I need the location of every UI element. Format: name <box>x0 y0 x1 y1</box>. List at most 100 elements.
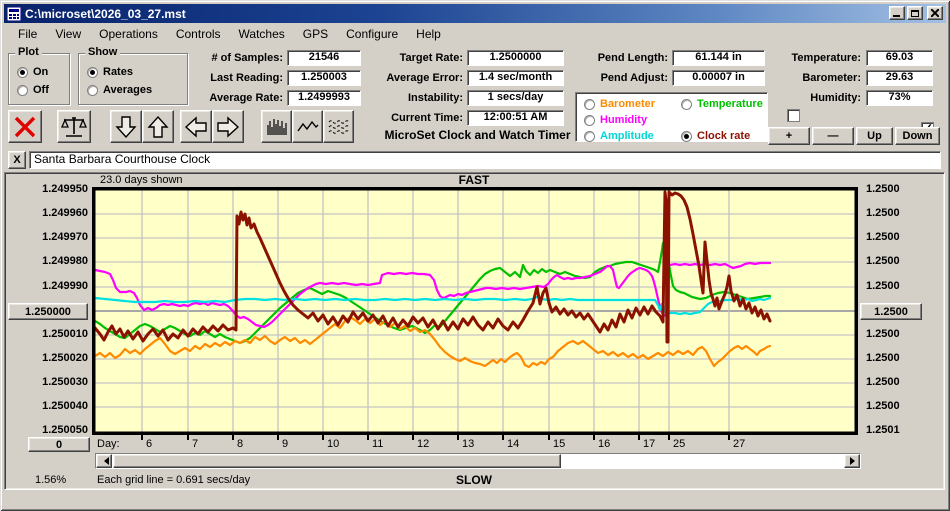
day-tick <box>502 435 504 440</box>
day-tick-label: 15 <box>553 438 566 450</box>
current-time-label: Current Time: <box>391 112 463 124</box>
series-selector-panel: Barometer Humidity Amplitude Temperature… <box>575 92 768 142</box>
plot-off-radio[interactable]: Off <box>17 84 49 96</box>
y-axis-left-label: 1.249990 <box>42 280 88 292</box>
shift-down-button[interactable] <box>110 110 142 143</box>
up-arrow-icon <box>147 115 169 138</box>
day-tick-label: 16 <box>598 438 611 450</box>
scroll-right-button[interactable] <box>212 110 244 143</box>
menu-gps[interactable]: GPS <box>294 25 337 43</box>
down-button[interactable]: Down <box>895 127 940 145</box>
target-rate-label: Target Rate: <box>399 52 463 64</box>
plot-on-radio[interactable]: On <box>17 66 48 78</box>
day-tick <box>232 435 234 440</box>
balance-button[interactable] <box>57 110 91 143</box>
day-tick-label: 10 <box>327 438 340 450</box>
maximize-button[interactable] <box>907 6 923 20</box>
menu-help[interactable]: Help <box>407 25 450 43</box>
radio-icon[interactable] <box>681 130 692 142</box>
right-axis-center-button[interactable]: 1.2500 <box>860 303 922 320</box>
left-axis-center-button[interactable]: 1.250000 <box>8 303 88 320</box>
temperature-value: 69.03 <box>866 50 933 66</box>
radio-icon[interactable] <box>17 84 28 96</box>
menu-bar: File View Operations Controls Watches GP… <box>4 23 946 44</box>
right-arrow-icon <box>217 115 240 138</box>
minimize-button[interactable] <box>889 6 905 20</box>
day-tick-label: 6 <box>146 438 153 450</box>
left-checkbox[interactable] <box>787 109 800 122</box>
menu-operations[interactable]: Operations <box>90 25 167 43</box>
clock-name-input[interactable]: Santa Barbara Courthouse Clock <box>29 151 941 169</box>
day-tick-label: 25 <box>673 438 686 450</box>
delete-button[interactable] <box>8 110 42 143</box>
wavy-lines-icon <box>328 119 349 134</box>
day-tick-label: 8 <box>237 438 244 450</box>
show-group-label: Show <box>85 46 121 58</box>
days-shown-label: 23.0 days shown <box>100 174 183 186</box>
day-tick <box>367 435 369 440</box>
barometer-label: Barometer: <box>802 72 861 84</box>
radio-icon[interactable] <box>87 84 98 96</box>
smooth-view-button[interactable] <box>323 110 354 143</box>
close-button[interactable] <box>927 6 943 20</box>
plus-button[interactable]: + <box>768 127 810 145</box>
app-window: C:\microset\2026_03_27.mst File View Ope… <box>0 0 950 511</box>
y-axis-left-label: 1.250020 <box>42 352 88 364</box>
clear-name-button[interactable]: X <box>8 151 26 169</box>
menu-file[interactable]: File <box>9 25 46 43</box>
day-tick <box>728 435 730 440</box>
radio-icon[interactable] <box>17 66 28 78</box>
plot-groupbox: Plot On Off <box>8 46 70 105</box>
day-tick-label: 11 <box>372 438 384 450</box>
menu-view[interactable]: View <box>46 25 90 43</box>
scrollbar-right-button[interactable] <box>844 454 860 468</box>
y-axis-right-label: 1.2500 <box>866 376 900 388</box>
radio-icon[interactable] <box>584 130 595 142</box>
radio-icon[interactable] <box>87 66 98 78</box>
y-axis-right-label: 1.2500 <box>866 183 900 195</box>
humidity-value: 73% <box>866 90 933 106</box>
scrollbar-left-button[interactable] <box>96 454 112 468</box>
slow-label: SLOW <box>456 473 492 487</box>
day-tick <box>548 435 550 440</box>
menu-watches[interactable]: Watches <box>230 25 294 43</box>
zero-button[interactable]: 0 <box>28 437 90 452</box>
day-tick <box>593 435 595 440</box>
y-axis-right-label: 1.2500 <box>866 255 900 267</box>
title-bar[interactable]: C:\microset\2026_03_27.mst <box>4 4 946 23</box>
up-button[interactable]: Up <box>856 127 893 145</box>
window-title: C:\microset\2026_03_27.mst <box>25 6 186 21</box>
y-axis-left-label: 1.250050 <box>42 424 88 436</box>
y-axis-right-label: 1.2500 <box>866 207 900 219</box>
maximize-icon <box>911 9 919 17</box>
battery-percent-label: 1.56% <box>35 474 67 486</box>
day-tick <box>141 435 143 440</box>
horizontal-scrollbar[interactable] <box>95 453 861 469</box>
y-axis-left-label: 1.250040 <box>42 400 88 412</box>
radio-barometer[interactable]: Barometer <box>584 98 655 110</box>
day-tick <box>277 435 279 440</box>
show-averages-radio[interactable]: Averages <box>87 84 152 96</box>
minus-button[interactable]: — <box>812 127 854 145</box>
radio-temperature[interactable]: Temperature <box>681 98 763 110</box>
down-arrow-icon <box>115 115 137 138</box>
menu-controls[interactable]: Controls <box>167 25 230 43</box>
radio-clock-rate[interactable]: Clock rate <box>681 130 750 142</box>
show-rates-radio[interactable]: Rates <box>87 66 133 78</box>
scroll-left-button[interactable] <box>180 110 212 143</box>
average-error-label: Average Error: <box>386 72 463 84</box>
radio-humidity[interactable]: Humidity <box>584 114 647 126</box>
radio-icon[interactable] <box>584 98 595 110</box>
line-view-button[interactable] <box>292 110 323 143</box>
y-axis-left-label: 1.250010 <box>42 328 88 340</box>
radio-icon[interactable] <box>681 98 692 110</box>
scrollbar-thumb[interactable] <box>113 454 561 468</box>
radio-icon[interactable] <box>584 114 595 126</box>
histogram-view-button[interactable] <box>261 110 292 143</box>
shift-up-button[interactable] <box>142 110 174 143</box>
menu-configure[interactable]: Configure <box>337 25 407 43</box>
radio-amplitude[interactable]: Amplitude <box>584 130 654 142</box>
day-tick-label: 14 <box>507 438 520 450</box>
instability-value: 1 secs/day <box>467 90 564 106</box>
pend-length-label: Pend Length: <box>597 52 668 64</box>
